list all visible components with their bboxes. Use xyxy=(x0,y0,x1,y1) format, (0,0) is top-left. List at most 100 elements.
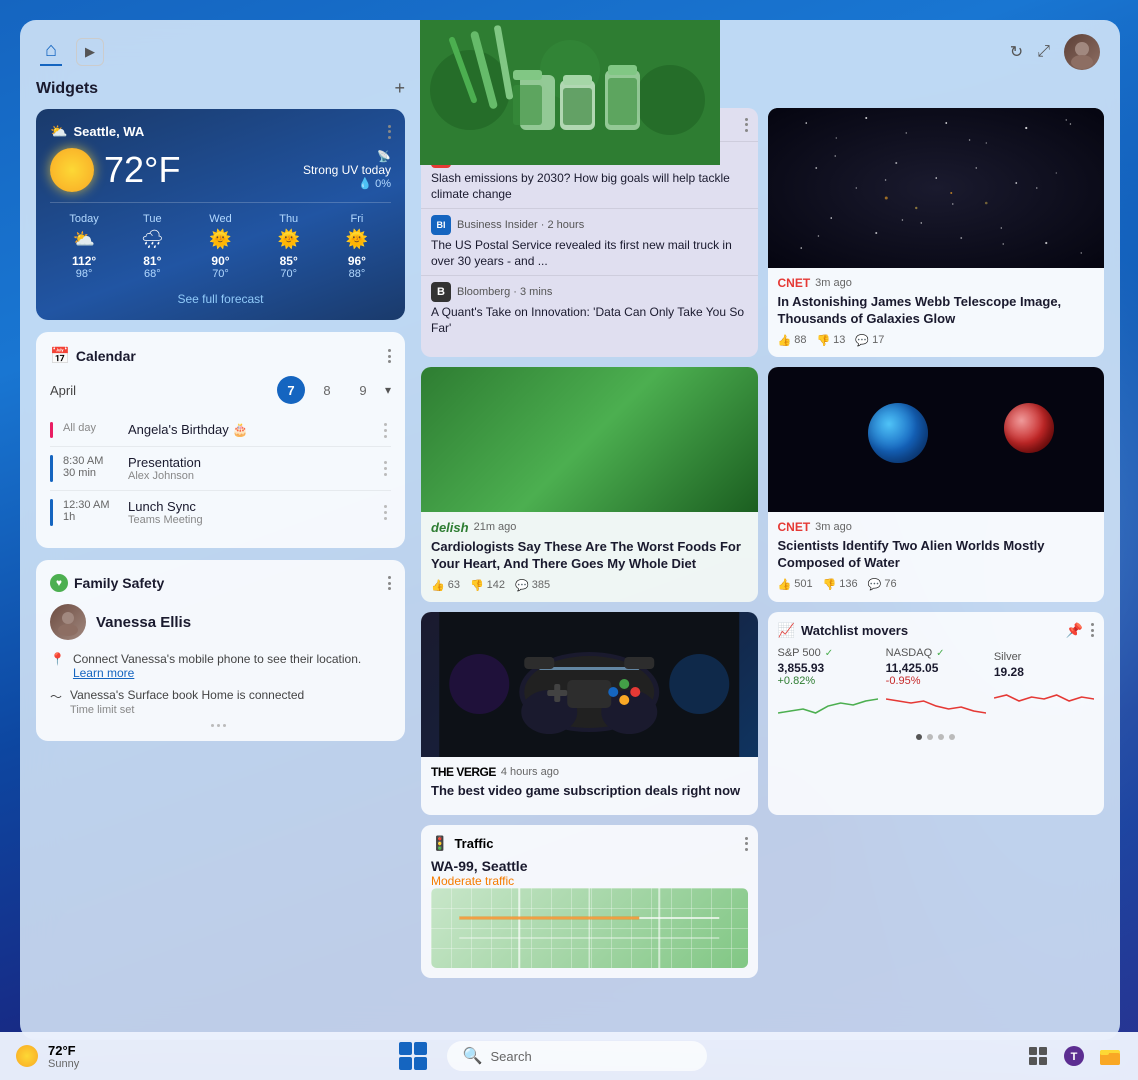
task-view-button[interactable] xyxy=(1026,1044,1050,1068)
calendar-day-8[interactable]: 8 xyxy=(313,376,341,404)
calendar-event-1: 8:30 AM 30 min Presentation Alex Johnson xyxy=(50,447,391,491)
nasdaq-price: 11,425.05 xyxy=(886,661,986,675)
sp500-change: +0.82% xyxy=(778,675,878,687)
windows-start-button[interactable] xyxy=(399,1042,427,1070)
planets-article-card[interactable]: CNET 3m ago Scientists Identify Two Alie… xyxy=(768,367,1105,602)
traffic-more-button[interactable] xyxy=(745,837,748,851)
event-bar-1 xyxy=(50,455,53,482)
planets-comments: 💬 76 xyxy=(868,578,897,591)
delish-comments: 💬 385 xyxy=(515,579,550,592)
taskbar-right: T xyxy=(1026,1044,1122,1068)
feed-grid: 📰 Top stories H The Hill · 18 mins xyxy=(421,108,1104,978)
taskbar-search[interactable]: 🔍 Search xyxy=(447,1041,707,1071)
taskbar-sun-icon xyxy=(16,1045,38,1067)
story-2[interactable]: B Bloomberg · 3 mins A Quant's Take on I… xyxy=(421,275,758,342)
nasdaq-name: NASDAQ xyxy=(886,647,932,659)
family-title: ♥ Family Safety xyxy=(50,574,164,592)
stars-comments: 💬 17 xyxy=(855,334,884,347)
cnet-label-2: CNET xyxy=(778,520,811,534)
calendar-title: 📅 Calendar xyxy=(50,346,136,366)
file-explorer-button[interactable] xyxy=(1098,1044,1122,1068)
calendar-expand-button[interactable]: ▾ xyxy=(385,383,391,397)
event-time-1: 8:30 AM xyxy=(63,455,118,467)
gaming-article-content: THE VERGE 4 hours ago The best video gam… xyxy=(421,757,758,816)
forecast-high-4: 96° xyxy=(323,254,391,268)
forecast-high-3: 85° xyxy=(255,254,323,268)
see-full-forecast-button[interactable]: See full forecast xyxy=(50,292,391,306)
weather-forecast: Today ⛅ 112° 98° Tue 🌧 81° 68° Wed 🌞 xyxy=(50,202,391,280)
watchlist-dot-3[interactable] xyxy=(938,734,944,740)
taskbar-weather-desc: Sunny xyxy=(48,1058,79,1070)
forecast-day-name-0: Today xyxy=(50,213,118,225)
stars-headline: In Astonishing James Webb Telescope Imag… xyxy=(778,294,1095,328)
silver-name: Silver xyxy=(994,651,1022,663)
watchlist-dot-4[interactable] xyxy=(949,734,955,740)
delish-likes: 👍 63 xyxy=(431,579,460,592)
delish-article-content: delish 21m ago Cardiologists Say These A… xyxy=(421,512,758,602)
forecast-low-2: 70° xyxy=(186,268,254,280)
calendar-more-button[interactable] xyxy=(388,349,391,363)
stars-likes: 👍 88 xyxy=(778,334,807,347)
family-user: Vanessa Ellis xyxy=(50,604,391,640)
event-bar-2 xyxy=(50,499,53,526)
silver-price: 19.28 xyxy=(994,665,1094,679)
earth-planet-icon xyxy=(868,403,928,463)
event-more-1[interactable] xyxy=(384,455,391,482)
event-details-0: Angela's Birthday 🎂 xyxy=(128,422,249,438)
teams-chat-button[interactable]: T xyxy=(1062,1044,1086,1068)
event-more-0[interactable] xyxy=(384,422,391,438)
forecast-icon-3: 🌞 xyxy=(255,229,323,250)
win-square-tl xyxy=(399,1042,412,1055)
learn-more-link[interactable]: Learn more xyxy=(73,666,134,680)
taskbar-search-icon: 🔍 xyxy=(463,1046,483,1066)
svg-text:T: T xyxy=(1071,1051,1078,1063)
delish-time: 21m ago xyxy=(474,521,517,533)
delish-stats: 👍 63 👎 142 💬 385 xyxy=(431,579,748,592)
weather-description: Strong UV today xyxy=(303,163,391,177)
stock-sp500: S&P 500 ✓ 3,855.93 +0.82% xyxy=(778,647,878,726)
story-source-1: BI Business Insider · 2 hours xyxy=(431,215,748,235)
watchlist-dot-2[interactable] xyxy=(927,734,933,740)
calendar-nav: April 7 8 9 ▾ xyxy=(50,376,391,404)
forecast-wed: Wed 🌞 90° 70° xyxy=(186,213,254,280)
story-1[interactable]: BI Business Insider · 2 hours The US Pos… xyxy=(421,208,758,275)
story-headline-2: A Quant's Take on Innovation: 'Data Can … xyxy=(431,305,748,336)
stock-nasdaq: NASDAQ ✓ 11,425.05 -0.95% xyxy=(886,647,986,726)
stars-article-content: CNET 3m ago In Astonishing James Webb Te… xyxy=(768,268,1105,357)
family-more-button[interactable] xyxy=(388,576,391,590)
delish-article-card[interactable]: delish 21m ago Cardiologists Say These A… xyxy=(421,367,758,602)
family-more-dots[interactable] xyxy=(50,724,391,727)
forecast-day-name-2: Wed xyxy=(186,213,254,225)
forecast-low-3: 70° xyxy=(255,268,323,280)
watchlist-pagination xyxy=(778,734,1095,740)
win-square-br xyxy=(414,1057,427,1070)
event-time-2: 12:30 AM xyxy=(63,499,118,511)
event-bar-0 xyxy=(50,422,53,438)
event-duration-2: 1h xyxy=(63,511,118,523)
watchlist-stocks: S&P 500 ✓ 3,855.93 +0.82% xyxy=(778,647,1095,726)
watchlist-dot-1[interactable] xyxy=(916,734,922,740)
watchlist-more-button[interactable] xyxy=(1091,623,1094,637)
event-title-1: Presentation xyxy=(128,455,201,470)
calendar-day-7[interactable]: 7 xyxy=(277,376,305,404)
delish-headline: Cardiologists Say These Are The Worst Fo… xyxy=(431,539,748,573)
cnet-label-1: CNET xyxy=(778,276,811,290)
forecast-day-name-1: Tue xyxy=(118,213,186,225)
watchlist-pin-button[interactable]: 📌 xyxy=(1066,622,1083,639)
forecast-icon-0: ⛅ xyxy=(50,229,118,250)
family-time-limit: Time limit set xyxy=(70,704,304,716)
forecast-today: Today ⛅ 112° 98° xyxy=(50,213,118,280)
food-image xyxy=(421,367,758,512)
stars-stats: 👍 88 👎 13 💬 17 xyxy=(778,334,1095,347)
event-allday-label: All day xyxy=(63,422,118,438)
event-more-2[interactable] xyxy=(384,499,391,526)
traffic-location: WA-99, Seattle xyxy=(431,858,748,874)
taskbar-temp: 72°F xyxy=(48,1043,79,1058)
calendar-event-0: All day Angela's Birthday 🎂 xyxy=(50,414,391,447)
family-user-avatar xyxy=(50,604,86,640)
gaming-article-card[interactable]: THE VERGE 4 hours ago The best video gam… xyxy=(421,612,758,816)
calendar-day-9[interactable]: 9 xyxy=(349,376,377,404)
forecast-icon-2: 🌞 xyxy=(186,229,254,250)
family-device-info: 〜 Vanessa's Surface book Home is connect… xyxy=(50,688,391,716)
story-source-name-1: Business Insider · 2 hours xyxy=(457,219,584,231)
